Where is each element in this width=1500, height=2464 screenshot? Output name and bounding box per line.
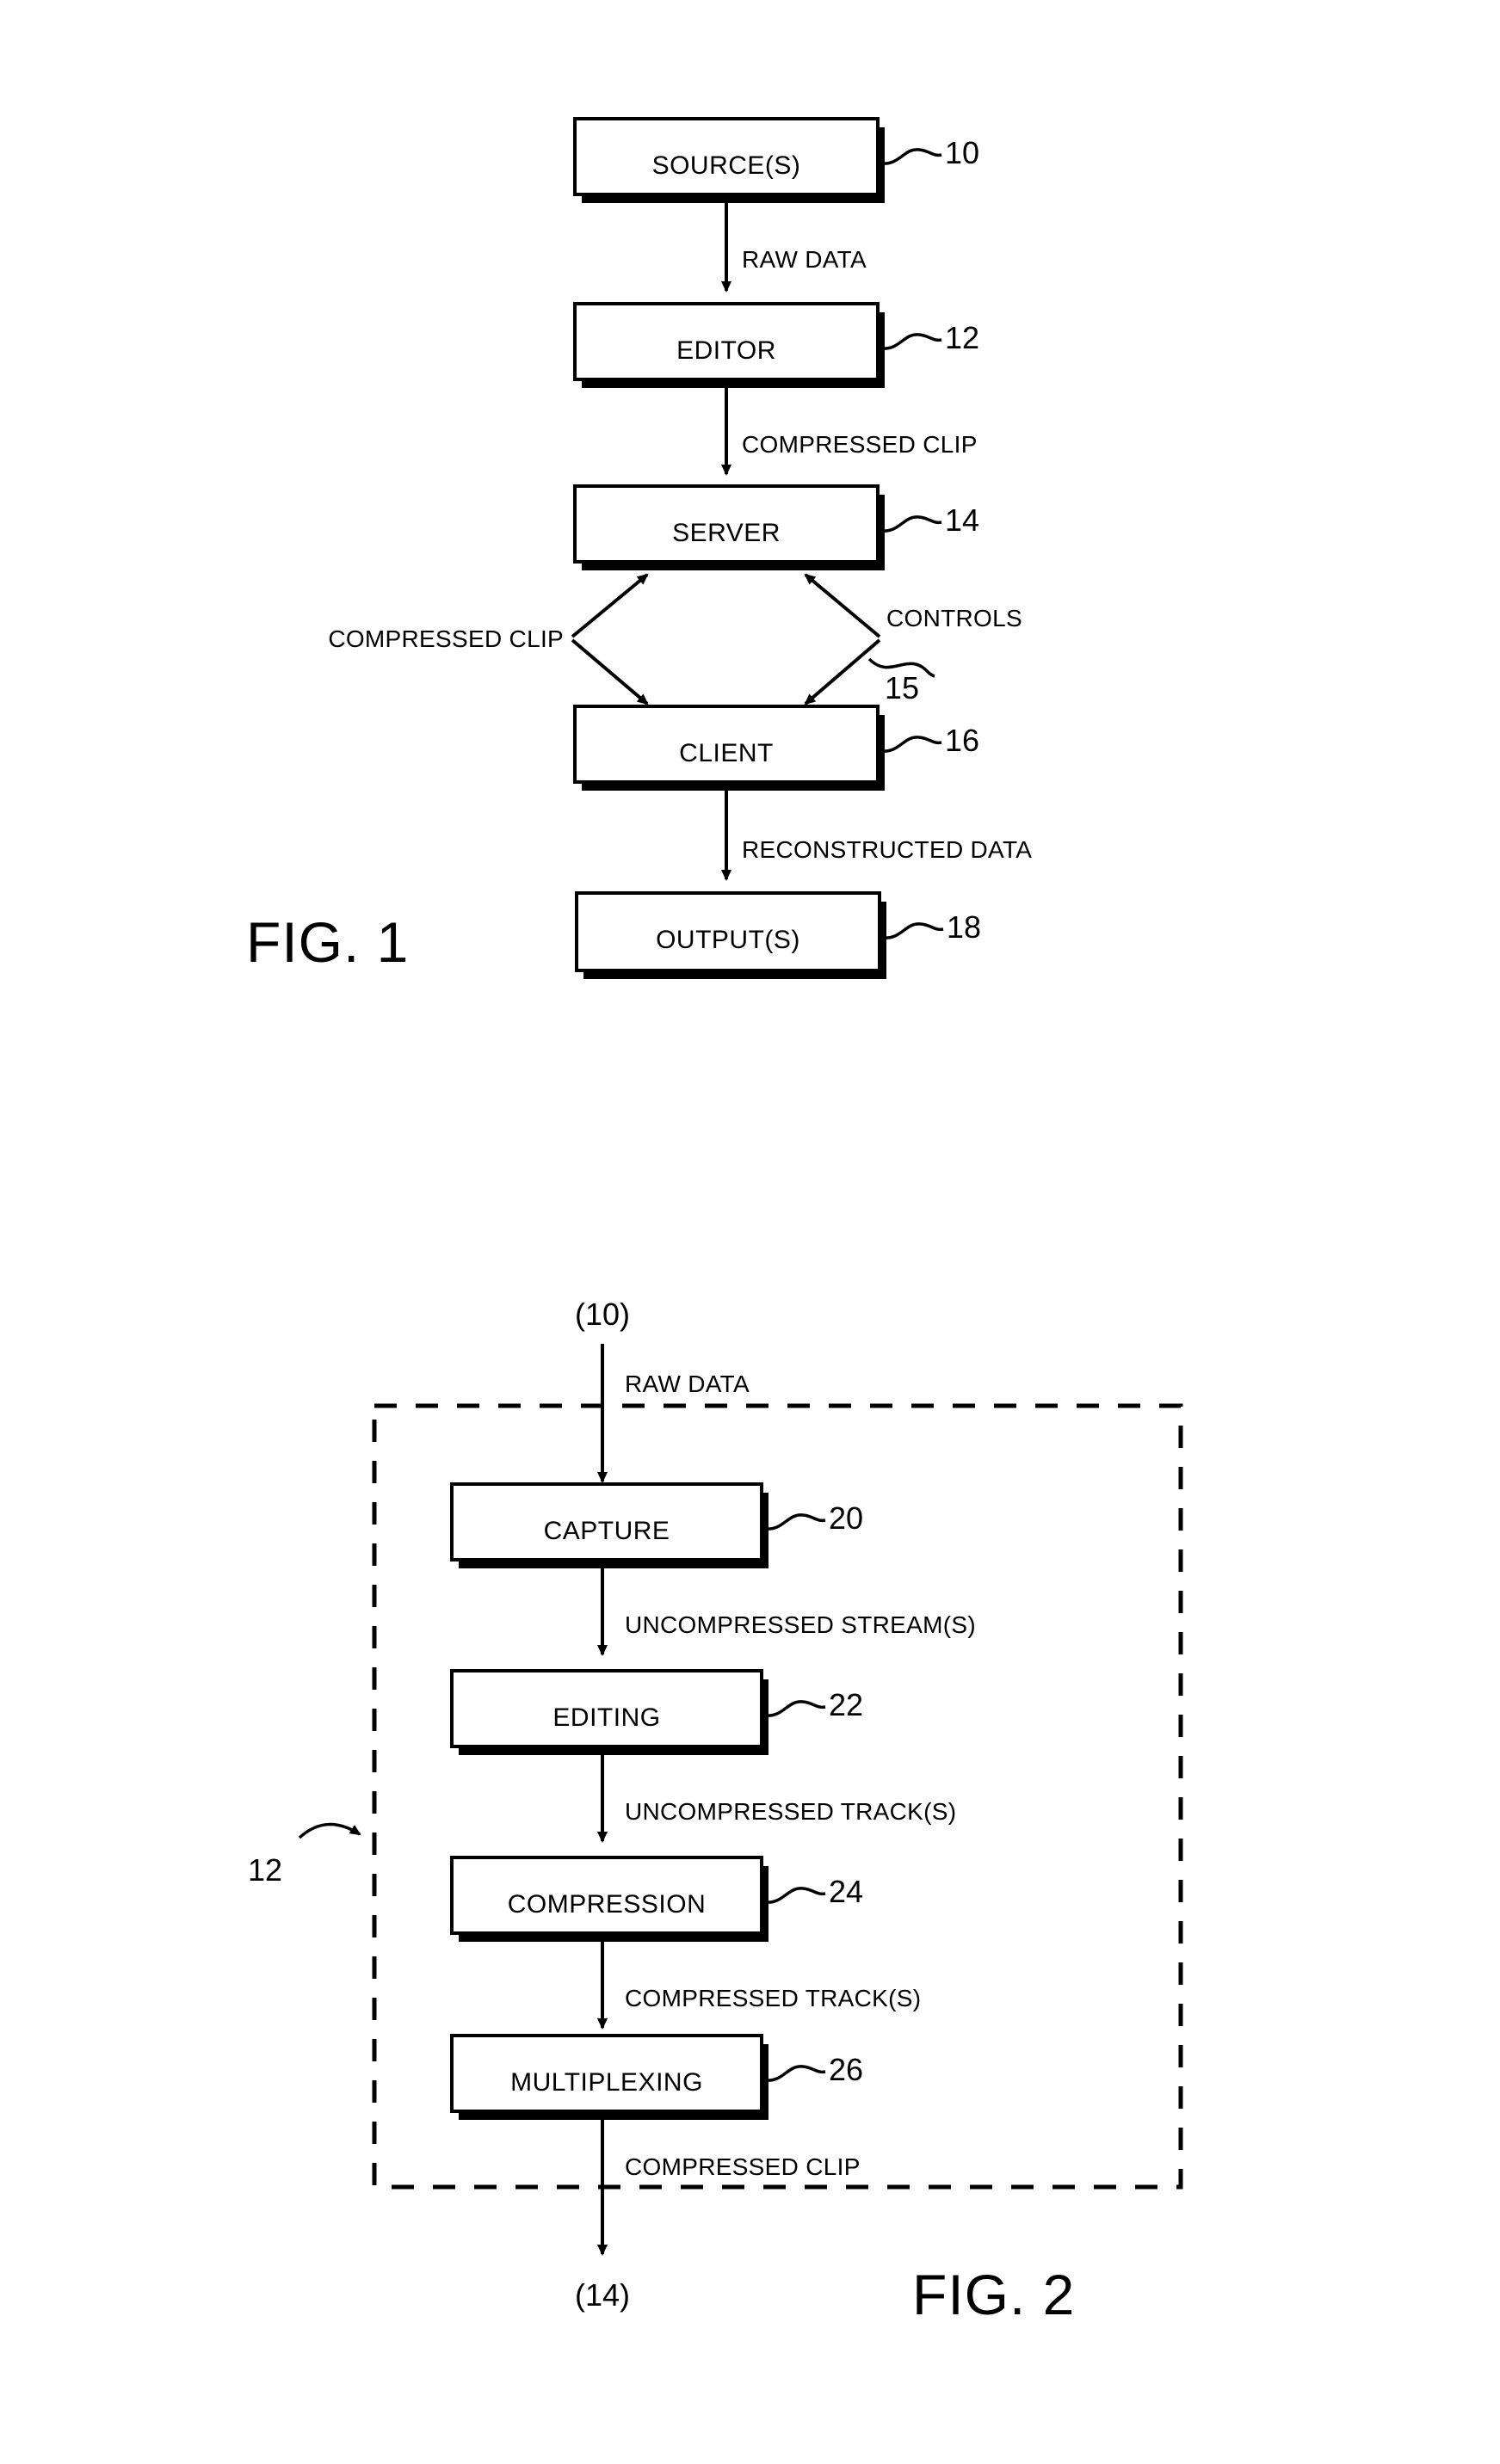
- fig2-box-multiplexing-label: MULTIPLEXING: [510, 2068, 703, 2097]
- fig2-ref-12: 12: [248, 1822, 361, 1888]
- svg-text:12: 12: [248, 1852, 282, 1888]
- fig2-flow-compressed-clip-label: COMPRESSED CLIP: [625, 2153, 861, 2180]
- figure-2: (10) RAW DATA 12 CAPTURE 20 UNCOMPRESSED…: [248, 1297, 1183, 2326]
- fig2-ref-26: 26: [764, 2052, 863, 2087]
- fig2-flow-raw-data-label: RAW DATA: [625, 1371, 750, 1397]
- fig2-inlet-ref: (10): [575, 1297, 630, 1332]
- svg-text:20: 20: [829, 1500, 863, 1536]
- fig2-flow-uncompressed-tracks: UNCOMPRESSED TRACK(S): [597, 1746, 956, 1843]
- fig2-flow-uncompressed-streams-label: UNCOMPRESSED STREAM(S): [625, 1611, 976, 1638]
- fig2-flow-uncompressed-streams: UNCOMPRESSED STREAM(S): [597, 1560, 976, 1656]
- fig2-flow-uncompressed-tracks-label: UNCOMPRESSED TRACK(S): [625, 1798, 956, 1825]
- fig2-flow-compressed-tracks-label: COMPRESSED TRACK(S): [625, 1985, 921, 2011]
- fig2-flow-compressed-clip: COMPRESSED CLIP: [597, 2111, 861, 2256]
- svg-text:22: 22: [829, 1687, 863, 1722]
- fig2-outlet-ref: (14): [575, 2277, 630, 2313]
- fig2-ref-24: 24: [764, 1874, 863, 1909]
- fig2-box-capture-label: CAPTURE: [544, 1517, 670, 1545]
- fig2-flow-compressed-tracks: COMPRESSED TRACK(S): [597, 1933, 921, 2030]
- svg-text:26: 26: [829, 2052, 863, 2087]
- fig2-flow-raw-data: RAW DATA: [597, 1344, 750, 1483]
- fig2-box-editing: EDITING: [450, 1669, 769, 1755]
- svg-text:24: 24: [829, 1874, 863, 1909]
- fig2-box-capture: CAPTURE: [450, 1482, 769, 1568]
- fig2-box-editing-label: EDITING: [552, 1703, 660, 1732]
- fig2-ref-20: 20: [764, 1500, 863, 1536]
- fig2-box-multiplexing: MULTIPLEXING: [450, 2034, 769, 2120]
- patent-drawing-sheet: SOURCE(S) 10 RAW DATA EDITOR 12 COMPRESS…: [0, 0, 1500, 2464]
- fig2-box-compression: COMPRESSION: [450, 1856, 769, 1942]
- fig2-title: FIG. 2: [912, 2263, 1075, 2326]
- fig2-box-compression-label: COMPRESSION: [508, 1890, 707, 1919]
- fig2-ref-22: 22: [764, 1687, 863, 1722]
